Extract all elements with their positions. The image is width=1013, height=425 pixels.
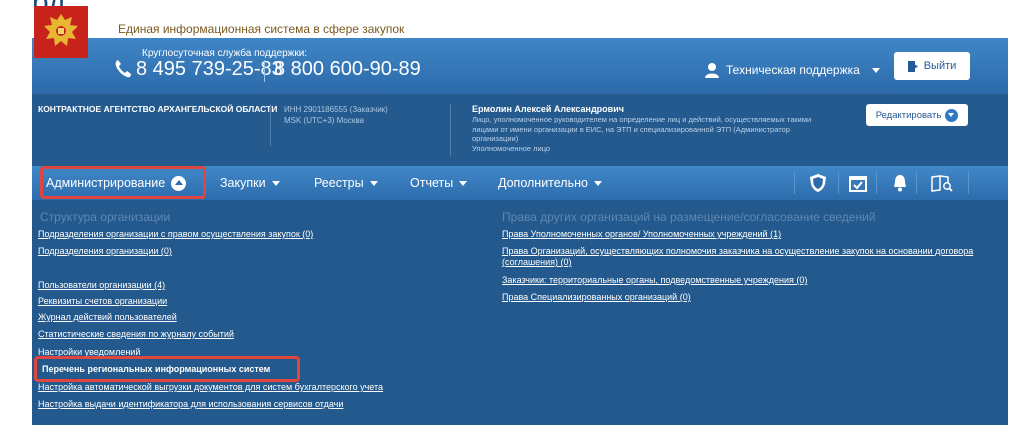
phone-separator bbox=[264, 60, 265, 82]
divider bbox=[968, 172, 969, 194]
chevron-down-icon bbox=[871, 67, 880, 73]
menu-link[interactable]: Реквизиты счетов организации bbox=[38, 296, 167, 307]
menu-link[interactable]: Настройка выдачи идентификатора для испо… bbox=[38, 399, 343, 410]
menu-link[interactable]: Заказчики: территориальные органы, подве… bbox=[502, 275, 807, 286]
section-heading-rights: Права других организаций на размещение/с… bbox=[502, 210, 876, 224]
divider bbox=[794, 172, 795, 194]
nav-additional-label: Дополнительно bbox=[498, 176, 588, 190]
chevron-down-icon bbox=[945, 108, 959, 122]
shield-icon[interactable] bbox=[808, 173, 828, 193]
logout-icon bbox=[907, 60, 918, 72]
chevron-down-icon bbox=[459, 180, 468, 186]
menu-link[interactable]: Настройка автоматической выгрузки докуме… bbox=[38, 382, 383, 393]
support-bar: Круглосуточная служба поддержки: 8 495 7… bbox=[32, 38, 1008, 94]
highlight-frame bbox=[40, 166, 206, 199]
divider bbox=[876, 172, 877, 194]
site-top-strip: рд Единая информационная система в сфере… bbox=[32, 0, 1008, 58]
menu-link[interactable]: Права Организаций, осуществляющих полном… bbox=[502, 246, 992, 268]
menu-link[interactable]: Журнал действий пользователей bbox=[38, 312, 177, 323]
tech-support-label: Техническая поддержка bbox=[726, 63, 860, 77]
edit-label: Редактировать bbox=[875, 109, 942, 121]
nav-purchases-label: Закупки bbox=[220, 176, 266, 190]
menu-link[interactable]: Подразделения организации с правом осуще… bbox=[38, 229, 313, 240]
organization-inn: ИНН 2901186555 (Заказчик) MSK (UTC+3) Мо… bbox=[284, 104, 388, 126]
edit-profile-button[interactable]: Редактировать bbox=[866, 104, 968, 126]
section-heading-structure: Структура организации bbox=[40, 210, 171, 224]
phone-number-primary[interactable]: 8 495 739-25-83 bbox=[136, 58, 283, 81]
bell-icon[interactable] bbox=[890, 173, 910, 193]
menu-link[interactable]: Права Специализированных организаций (0) bbox=[502, 292, 691, 303]
divider bbox=[270, 104, 271, 146]
nav-reports[interactable]: Отчеты bbox=[410, 166, 468, 200]
nav-registries[interactable]: Реестры bbox=[314, 166, 378, 200]
chevron-down-icon bbox=[369, 180, 378, 186]
user-icon bbox=[705, 63, 719, 78]
menu-link[interactable]: Пользователи организации (4) bbox=[38, 280, 165, 291]
user-role: Уполномоченное лицо bbox=[472, 143, 551, 153]
divider bbox=[838, 172, 839, 194]
nav-additional[interactable]: Дополнительно bbox=[498, 166, 602, 200]
logout-button[interactable]: Выйти bbox=[894, 52, 970, 80]
coat-of-arms-icon bbox=[34, 6, 88, 58]
nav-purchases[interactable]: Закупки bbox=[220, 166, 280, 200]
divider bbox=[450, 104, 451, 156]
menu-link[interactable]: Подразделения организации (0) bbox=[38, 246, 172, 257]
main-navigation: Администрирование Закупки Реестры Отчеты… bbox=[32, 166, 1008, 200]
calendar-check-icon[interactable] bbox=[848, 173, 868, 193]
eis-page: рд Единая информационная система в сфере… bbox=[32, 0, 1008, 425]
user-description: Лицо, уполномоченное руководителем на оп… bbox=[472, 115, 822, 153]
user-role-description: Лицо, уполномоченное руководителем на оп… bbox=[472, 115, 812, 143]
menu-link[interactable]: Статистические сведения по журналу событ… bbox=[38, 329, 234, 340]
organization-name: КОНТРАКТНОЕ АГЕНТСТВО АРХАНГЕЛЬСКОЙ ОБЛА… bbox=[38, 104, 278, 114]
book-search-icon[interactable] bbox=[930, 173, 954, 193]
nav-reports-label: Отчеты bbox=[410, 176, 454, 190]
timezone-text: MSK (UTC+3) Москва bbox=[284, 116, 364, 125]
phone-number-secondary[interactable]: 8 800 600-90-89 bbox=[274, 58, 421, 81]
phone-icon bbox=[115, 60, 131, 78]
nav-registries-label: Реестры bbox=[314, 176, 364, 190]
organization-info-bar: КОНТРАКТНОЕ АГЕНТСТВО АРХАНГЕЛЬСКОЙ ОБЛА… bbox=[32, 94, 1008, 166]
highlight-frame bbox=[34, 356, 300, 382]
chevron-down-icon bbox=[593, 180, 602, 186]
administration-dropdown: Структура организации Подразделения орга… bbox=[32, 200, 1008, 425]
site-title: Единая информационная система в сфере за… bbox=[118, 22, 405, 36]
user-full-name: Ермолин Алексей Александрович bbox=[472, 104, 624, 114]
divider bbox=[916, 172, 917, 194]
chevron-down-icon bbox=[271, 180, 280, 186]
logout-label: Выйти bbox=[923, 60, 957, 72]
menu-link[interactable]: Права Уполномоченных органов/ Уполномоче… bbox=[502, 229, 781, 240]
tech-support-dropdown[interactable]: Техническая поддержка bbox=[704, 62, 880, 78]
inn-text: ИНН 2901186555 (Заказчик) bbox=[284, 105, 388, 114]
